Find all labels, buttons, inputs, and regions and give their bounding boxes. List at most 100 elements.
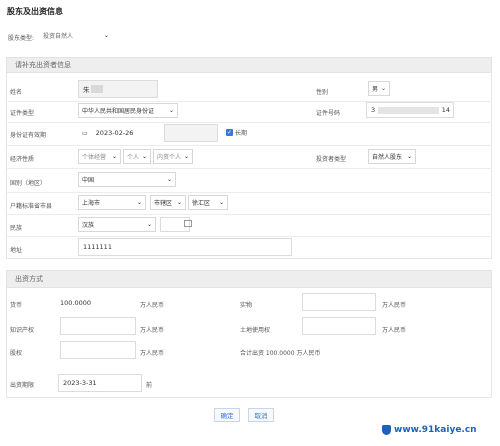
- economic-nature-option-3: 内资个人: [157, 154, 182, 161]
- name-field[interactable]: 朱: [78, 80, 158, 98]
- gender-select[interactable]: 男 ⌄: [368, 81, 390, 96]
- name-label: 姓名: [10, 89, 23, 96]
- gender-value: 男: [372, 86, 379, 93]
- shareholder-type-select[interactable]: 投资自然人 ⌄: [40, 28, 112, 43]
- watermark: www.91kaiye.cn: [382, 425, 477, 435]
- province-select[interactable]: 上海市 ⌄: [78, 195, 146, 210]
- chevron-down-icon: ⌄: [380, 85, 386, 92]
- chevron-down-icon: ⌄: [111, 153, 117, 160]
- ip-label: 知识产权: [10, 327, 35, 334]
- id-type-label: 证件类型: [10, 110, 35, 117]
- address-label: 地址: [10, 247, 23, 254]
- row-divider: [6, 168, 492, 169]
- currency-value: 100.0000: [60, 299, 92, 307]
- country-value: 中国: [82, 177, 95, 184]
- land-use-field[interactable]: [302, 317, 376, 335]
- chevron-down-icon: ⌄: [166, 176, 172, 183]
- household-label: 户籍标准省市县: [10, 203, 53, 210]
- gender-label: 性别: [316, 89, 329, 96]
- chevron-down-icon: ⌄: [103, 32, 109, 39]
- economic-nature-select-1[interactable]: 个体经营 ⌄: [78, 149, 121, 164]
- checkmark-icon: ✓: [226, 129, 233, 136]
- currency-label: 货币: [10, 302, 23, 309]
- in-kind-field[interactable]: [302, 293, 376, 311]
- province-value: 上海市: [82, 200, 101, 207]
- id-type-select[interactable]: 中华人民共和国居民身份证 ⌄: [78, 103, 178, 118]
- investor-type-value: 自然人股东: [372, 154, 403, 161]
- cancel-button[interactable]: 取消: [248, 408, 274, 422]
- district-value: 徐汇区: [192, 200, 211, 207]
- in-kind-unit: 万人民币: [382, 302, 407, 309]
- id-validity-to-field[interactable]: [164, 124, 218, 142]
- address-field[interactable]: 1111111: [78, 238, 292, 256]
- district-select[interactable]: 徐汇区 ⌄: [188, 195, 228, 210]
- id-validity-from-field[interactable]: ▭ 2023-02-26: [78, 124, 162, 142]
- city-select[interactable]: 市辖区 ⌄: [150, 195, 186, 210]
- id-number-prefix: 3: [371, 106, 376, 114]
- table-icon[interactable]: [184, 220, 192, 227]
- id-type-value: 中华人民共和国居民身份证: [82, 108, 155, 115]
- id-number-field[interactable]: 3 14: [366, 102, 454, 118]
- row-divider: [6, 145, 492, 146]
- economic-nature-option-1: 个体经营: [82, 154, 107, 161]
- redaction-mark: [378, 106, 439, 114]
- investor-section-heading: 请补充出资者信息: [6, 57, 492, 73]
- deadline-field[interactable]: 2023-3-31: [58, 374, 142, 392]
- economic-nature-option-2: 个人: [127, 154, 140, 161]
- deadline-suffix: 前: [146, 382, 153, 389]
- in-kind-label: 实物: [240, 302, 253, 309]
- ip-field[interactable]: [60, 317, 136, 335]
- currency-field[interactable]: 100.0000: [56, 294, 136, 312]
- id-validity-from-value: 2023-02-26: [95, 129, 134, 137]
- confirm-button[interactable]: 确定: [214, 408, 240, 422]
- total-contribution: 合计出资 100.0000 万人民币: [240, 350, 321, 357]
- calendar-icon: ▭: [82, 129, 88, 137]
- id-number-suffix: 14: [441, 106, 450, 114]
- chevron-down-icon: ⌄: [136, 199, 142, 206]
- equity-field[interactable]: [60, 341, 136, 359]
- redaction-mark: [90, 85, 103, 93]
- row-divider: [6, 236, 492, 237]
- deadline-value: 2023-3-31: [63, 379, 97, 387]
- equity-label: 股权: [10, 350, 23, 357]
- investor-type-select[interactable]: 自然人股东 ⌄: [368, 149, 416, 164]
- name-value: 朱: [83, 86, 90, 94]
- shareholder-type-value: 投资自然人: [43, 33, 74, 40]
- economic-nature-select-3[interactable]: 内资个人 ⌄: [153, 149, 193, 164]
- land-use-label: 土地使用权: [240, 327, 271, 334]
- chevron-down-icon: ⌄: [176, 199, 182, 206]
- ethnicity-label: 民族: [10, 225, 23, 232]
- ethnicity-value: 汉族: [82, 222, 95, 229]
- address-value: 1111111: [83, 243, 112, 251]
- equity-unit: 万人民币: [140, 350, 165, 357]
- chevron-down-icon: ⌄: [141, 153, 147, 160]
- id-number-label: 证件号码: [316, 110, 341, 117]
- long-term-label: 长期: [235, 130, 248, 137]
- long-term-checkbox[interactable]: ✓ 长期: [226, 128, 247, 137]
- chevron-down-icon: ⌄: [406, 153, 412, 160]
- currency-unit: 万人民币: [140, 302, 165, 309]
- id-validity-label: 身份证有效期: [10, 132, 47, 139]
- chevron-down-icon: ⌄: [218, 199, 224, 206]
- row-divider: [6, 122, 492, 123]
- country-select[interactable]: 中国 ⌄: [78, 172, 176, 187]
- land-use-unit: 万人民币: [382, 327, 407, 334]
- contribution-section-heading: 出资方式: [6, 270, 492, 288]
- page-title: 股东及出资信息: [7, 7, 63, 16]
- country-label: 国别（地区）: [10, 180, 47, 187]
- economic-nature-label: 经济性质: [10, 156, 35, 163]
- investor-type-label: 投资者类型: [316, 156, 347, 163]
- row-divider: [6, 214, 492, 215]
- chevron-down-icon: ⌄: [183, 153, 189, 160]
- ethnicity-select[interactable]: 汉族 ⌄: [78, 217, 156, 232]
- shield-icon: [382, 425, 391, 435]
- chevron-down-icon: ⌄: [168, 107, 174, 114]
- economic-nature-select-2[interactable]: 个人 ⌄: [123, 149, 151, 164]
- deadline-label: 出资期限: [10, 382, 35, 389]
- ip-unit: 万人民币: [140, 327, 165, 334]
- shareholder-type-label: 股东类型:: [8, 35, 35, 42]
- chevron-down-icon: ⌄: [146, 221, 152, 228]
- watermark-text: www.91kaiye.cn: [394, 425, 477, 435]
- city-value: 市辖区: [154, 200, 173, 207]
- row-divider: [6, 192, 492, 193]
